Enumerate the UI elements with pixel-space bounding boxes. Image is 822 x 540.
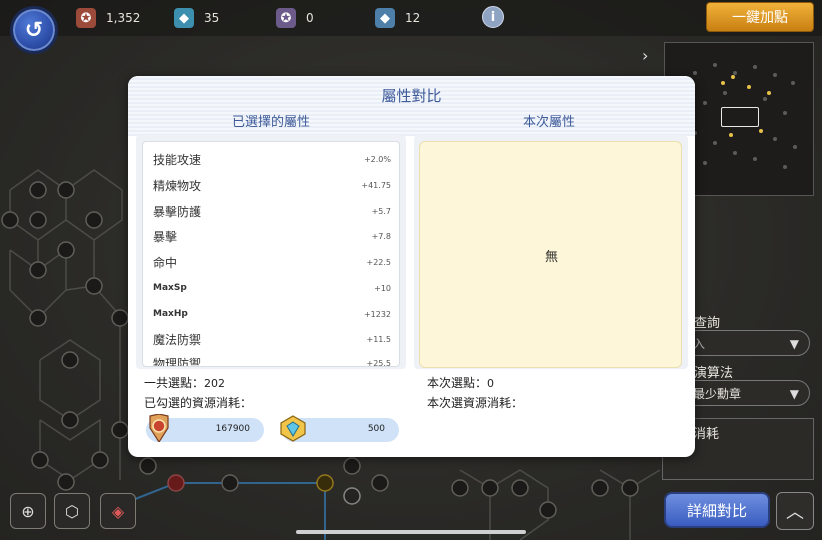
attribute-row: 暴擊防護 +5.7	[143, 199, 399, 224]
detail-compare-button[interactable]: 詳細對比	[664, 492, 770, 528]
attribute-row: 暴擊 +7.8	[143, 224, 399, 249]
attribute-value: +11.5	[366, 335, 391, 344]
current-attributes-empty: 無	[544, 250, 558, 265]
current-points: 本次選點：0	[427, 374, 494, 391]
selected-cost-label: 已勾選的資源消耗：	[144, 396, 253, 410]
current-attributes-header: 本次屬性	[522, 115, 575, 130]
selected-attributes-list[interactable]: 技能攻速 +2.0% 精煉物攻 +41.75 暴擊防護 +5.7 暴擊 +7.8…	[142, 141, 400, 367]
attribute-value: +25.5	[366, 359, 391, 367]
triangle-down-icon: ▼	[789, 337, 799, 351]
locked-medal-icon: ✪	[276, 8, 296, 28]
total-points-value: 202	[204, 377, 226, 390]
side-cost-label: 消耗	[693, 427, 720, 442]
dialog-title: 屬性對比	[381, 87, 442, 105]
current-cost-label: 本次選資源消耗：	[427, 396, 524, 410]
medal-cost-value: 167900	[215, 424, 250, 434]
attribute-value: +1232	[363, 310, 391, 319]
auto-add-points-button[interactable]: 一鍵加點	[706, 2, 814, 32]
algorithm-label: 演算法	[694, 366, 734, 381]
scroll-up-button[interactable]: ︿	[776, 492, 814, 530]
chevron-right-icon[interactable]: ›	[642, 46, 648, 65]
current-points-value: 0	[487, 377, 495, 390]
triangle-down-icon: ▼	[789, 387, 799, 401]
attribute-row: 精煉物攻 +41.75	[143, 173, 399, 198]
attribute-name: 技能攻速	[153, 153, 202, 167]
attribute-row: MaxHp +1232	[143, 302, 399, 327]
total-points: 一共選點：202	[144, 374, 225, 391]
locked-gem-icon: ◆	[375, 8, 395, 28]
attribute-compare-dialog: 屬性對比 已選擇的屬性 本次屬性 技能攻速 +2.0% 精煉物攻 +41.75 …	[128, 76, 695, 457]
attribute-value: +22.5	[366, 258, 391, 267]
attribute-name: 物理防禦	[153, 357, 202, 367]
back-button[interactable]: ↺	[10, 6, 58, 54]
chevron-up-icon: ︿	[786, 502, 804, 523]
resource-locked-medal: ✪ 0	[276, 6, 314, 30]
gem-cube-icon	[278, 413, 308, 443]
path-nodes-icon: ◈	[111, 501, 125, 521]
resource-medal: ✪ 1,352	[76, 6, 140, 30]
attribute-value: +2.0%	[363, 155, 391, 164]
medal-icon	[144, 413, 174, 443]
algorithm-value: 最少勳章	[693, 386, 742, 401]
attribute-name: 暴擊防護	[153, 205, 202, 219]
resource-gem: ◆ 35	[174, 6, 219, 30]
attribute-name: MaxSp	[153, 283, 187, 293]
attribute-row: 魔法防禦 +11.5	[143, 327, 399, 352]
attribute-row: 物理防禦 +25.5	[143, 351, 399, 367]
medal-count: 1,352	[106, 11, 141, 25]
back-arrow-icon: ↺	[24, 17, 44, 43]
attribute-name: 暴擊	[153, 230, 178, 244]
attribute-row: MaxSp +10	[143, 276, 399, 301]
top-resource-bar: ✪ 1,352 ◆ 35 ✪ 0 ◆ 12	[0, 0, 822, 36]
current-attributes-box: 無	[419, 141, 682, 368]
gem-count: 35	[204, 11, 220, 25]
attribute-row: 技能攻速 +2.0%	[143, 147, 399, 172]
locked-gem-count: 12	[405, 11, 421, 25]
path-button[interactable]: ◈	[100, 493, 136, 529]
attribute-row: 命中 +22.5	[143, 250, 399, 275]
zoom-in-button[interactable]: ⊕	[10, 493, 46, 529]
attribute-value: +5.7	[371, 207, 391, 216]
zoom-in-icon: ⊕	[21, 501, 35, 521]
gem-cube-icon: ◆	[174, 8, 194, 28]
info-icon[interactable]: i	[482, 6, 504, 28]
selected-attributes-header: 已選擇的屬性	[231, 115, 310, 130]
attribute-name: 魔法防禦	[153, 333, 202, 347]
attribute-value: +41.75	[361, 181, 391, 190]
resource-locked-gem: ◆ 12	[375, 6, 420, 30]
medal-icon: ✪	[76, 8, 96, 28]
attribute-value: +7.8	[371, 232, 391, 241]
locked-medal-count: 0	[306, 11, 314, 25]
attribute-name: 命中	[153, 256, 178, 270]
home-indicator	[296, 530, 526, 534]
attribute-value: +10	[374, 284, 391, 293]
shield-button[interactable]: ⬡	[54, 493, 90, 529]
shield-slash-icon: ⬡	[65, 501, 79, 521]
attribute-name: MaxHp	[153, 309, 188, 319]
gem-cost-value: 500	[367, 424, 385, 434]
query-label: 查詢	[694, 316, 721, 331]
current-points-label: 本次選點：	[427, 376, 488, 390]
total-points-label: 一共選點：	[144, 376, 205, 390]
minimap-viewport-frame[interactable]	[721, 107, 759, 127]
attribute-name: 精煉物攻	[153, 179, 202, 193]
